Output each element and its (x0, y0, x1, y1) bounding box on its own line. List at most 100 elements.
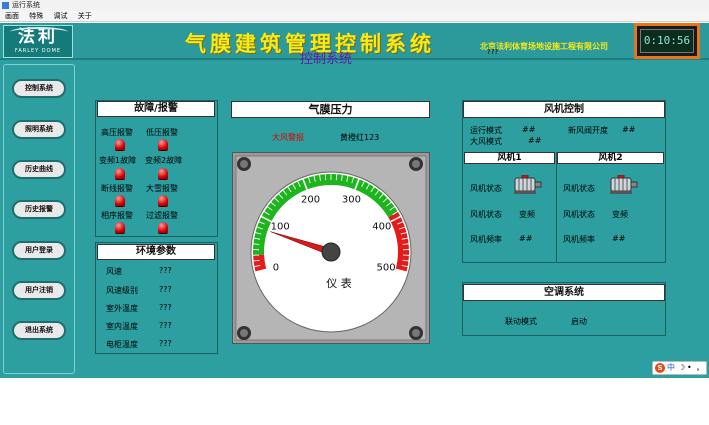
alarm-lamp-high-pressure (115, 139, 125, 150)
alarm-lamp-snow (158, 195, 168, 206)
sidebar: 控制系统 照明系统 历史曲线 历史报警 用户登录 用户注销 退出系统 (3, 64, 75, 374)
gauge-label: 仪 表 (326, 276, 352, 290)
sidebar-item-logout[interactable]: 用户注销 (12, 281, 66, 300)
env-label-wind-level: 风速级别 (106, 286, 138, 295)
alarm-lamp-low-pressure (158, 139, 168, 150)
ime-lang-toggle[interactable]: 中 (667, 362, 675, 374)
alarm-label-inverter1: 变频1故障 (99, 156, 137, 165)
alarm-lamp-break (115, 195, 125, 206)
app-header: 法利 FARLEY DOME 气膜建筑管理控制系统 北京法利体育场地设施工程有限… (0, 23, 709, 60)
alarm-label-phase: 相序报警 (101, 211, 133, 220)
menu-item-screen[interactable]: 画面 (5, 11, 19, 22)
window-titlebar: 运行系统 (0, 0, 709, 11)
fan1-freq-value: ## (519, 234, 533, 243)
fan1-freq-label: 风机频率 (470, 235, 502, 244)
gauge-tick-label: 400 (372, 222, 391, 233)
gauge-tick-label: 500 (377, 262, 396, 273)
env-label-indoor-temp: 室内温度 (106, 322, 138, 331)
ime-punct-icon[interactable]: ， (696, 362, 704, 374)
ime-moon-icon[interactable]: ☽ (678, 362, 685, 374)
fan1-status2-label: 风机状态 (470, 210, 502, 219)
env-value-outdoor-temp: ??? (159, 303, 172, 312)
alarm-label-high-pressure: 高压报警 (101, 128, 133, 137)
fan2-motor-icon (610, 175, 638, 194)
menu-bar: 画面 特殊 调试 关于 (0, 11, 709, 22)
gauge-screw-bottom-left (237, 326, 251, 340)
fan1-status-label: 风机状态 (470, 184, 502, 193)
gauge-hub (321, 242, 341, 262)
env-value-wind-speed: ??? (159, 266, 172, 275)
alarm-label-inverter2: 变频2故障 (145, 156, 183, 165)
clock-display: 0:10:56 (640, 29, 694, 53)
company-logo: 法利 FARLEY DOME (3, 25, 73, 58)
clock-frame: 0:10:56 (634, 23, 700, 59)
alarm-label-low-pressure: 低压报警 (146, 128, 178, 137)
ime-logo-icon: S (655, 363, 665, 373)
pressure-gauge-svg: 0 100 200 300 400 500 仪 表 (232, 152, 430, 344)
env-label-outdoor-temp: 室外温度 (106, 304, 138, 313)
fan2-freq-label: 风机频率 (563, 235, 595, 244)
fan2-freq-value: ## (612, 234, 626, 243)
ime-dot-icon[interactable]: • (687, 362, 692, 374)
gauge-tick (402, 243, 409, 245)
fan2-status2-value: 变频 (612, 210, 628, 219)
page-title: 控制系统 (300, 52, 353, 67)
app-icon (2, 2, 9, 9)
page-unknown-value: ??? (487, 48, 499, 56)
ac-title: 空调系统 (463, 284, 665, 301)
sidebar-item-exit[interactable]: 退出系统 (12, 321, 66, 340)
gauge-tick-label: 300 (342, 194, 361, 205)
menu-item-about[interactable]: 关于 (78, 11, 92, 22)
fan1-motor-icon (514, 175, 542, 194)
fan2-status2-label: 风机状态 (563, 210, 595, 219)
menu-item-debug[interactable]: 调试 (53, 11, 67, 22)
ac-mode-value: 启动 (571, 317, 587, 326)
env-title: 环境参数 (97, 244, 215, 260)
gauge-screw-top-left (237, 157, 251, 171)
sidebar-item-history-curve[interactable]: 历史曲线 (12, 160, 66, 179)
pressure-gauge: 0 100 200 300 400 500 仪 表 (232, 152, 430, 344)
sidebar-item-lighting[interactable]: 照明系统 (12, 120, 66, 139)
fan-title: 风机控制 (463, 101, 665, 118)
ac-mode-label: 联动模式 (505, 317, 537, 326)
menu-item-special[interactable]: 特殊 (29, 11, 43, 22)
gauge-tick (253, 243, 260, 245)
env-value-cabinet-temp: ??? (159, 339, 172, 348)
fresh-air-value: ## (622, 125, 636, 134)
company-name: 北京法利体育场地设施工程有限公司 (480, 42, 608, 51)
ime-toolbar[interactable]: S 中 ☽ • ， (652, 361, 707, 375)
faults-title: 故障/报警 (97, 101, 215, 117)
env-label-cabinet-temp: 电柜温度 (106, 340, 138, 349)
alarm-lamp-filter (158, 222, 168, 233)
alarm-label-break: 断线报警 (101, 184, 133, 193)
blank-area (0, 378, 709, 425)
wind-alarm-detail: 黄橙红123 (340, 133, 380, 142)
fan1-status2-value: 变频 (519, 210, 535, 219)
fan2-status-label: 风机状态 (563, 184, 595, 193)
gauge-tick-label: 200 (301, 194, 320, 205)
wind-alarm-label: 大风警报 (272, 133, 304, 142)
wind-mode-label: 大风模式 (470, 137, 502, 146)
gauge-tick-label: 100 (271, 222, 290, 233)
fan-divider (556, 152, 557, 262)
sidebar-item-control[interactable]: 控制系统 (12, 79, 66, 98)
gauge-screw-top-right (409, 157, 423, 171)
env-label-wind-speed: 风速 (106, 267, 122, 276)
fan1-title: 风机1 (464, 152, 555, 164)
sidebar-item-history-alarm[interactable]: 历史报警 (12, 200, 66, 219)
sidebar-item-login[interactable]: 用户登录 (12, 241, 66, 260)
fan2-title: 风机2 (557, 152, 664, 164)
env-value-wind-level: ??? (159, 285, 172, 294)
pressure-title: 气膜压力 (231, 101, 430, 118)
logo-arch (10, 27, 68, 37)
window-title: 运行系统 (12, 1, 40, 9)
fresh-air-label: 新风阀开度 (568, 126, 608, 135)
alarm-label-snow: 大雪报警 (146, 184, 178, 193)
env-value-indoor-temp: ??? (159, 321, 172, 330)
alarm-label-filter: 过滤报警 (146, 211, 178, 220)
alarm-lamp-inverter1 (115, 168, 125, 179)
alarm-lamp-inverter2 (158, 168, 168, 179)
wind-mode-value: ## (528, 136, 542, 145)
alarm-lamp-phase (115, 222, 125, 233)
gauge-screw-bottom-right (409, 326, 423, 340)
